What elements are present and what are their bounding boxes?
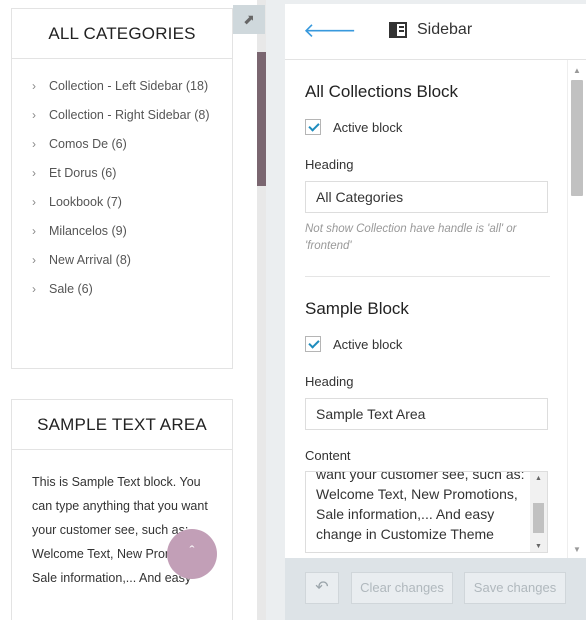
panel-scrollbar-thumb[interactable] (571, 80, 583, 196)
panel-footer: ↶ Clear changes Save changes (285, 558, 586, 620)
panel-header: 🡐 Sidebar (285, 4, 586, 60)
block-divider (305, 276, 550, 277)
chevron-right-icon: › (32, 108, 36, 122)
sample-widget-title: SAMPLE TEXT AREA (12, 400, 232, 450)
category-item[interactable]: › Sale (6) (32, 280, 216, 299)
clear-changes-button[interactable]: Clear changes (351, 572, 453, 604)
content-label: Content (305, 448, 351, 463)
panel-settings: All Collections Block Active block Headi… (285, 60, 567, 558)
undo-icon: ↶ (315, 579, 329, 596)
chevron-right-icon: › (32, 137, 36, 151)
heading-label: Heading (305, 157, 354, 172)
preview-scrollbar-thumb[interactable] (257, 52, 266, 186)
sample-content-textarea[interactable]: want your customer see, such as: Welcome… (305, 471, 548, 553)
scroll-down-arrow-icon[interactable]: ▼ (535, 543, 542, 550)
collections-active-toggle[interactable]: Active block (305, 119, 547, 135)
sample-heading-input[interactable]: Sample Text Area (305, 398, 548, 430)
category-item[interactable]: › Et Dorus (6) (32, 164, 216, 183)
chevron-right-icon: › (32, 195, 36, 209)
panel-title: Sidebar (389, 21, 472, 39)
category-item[interactable]: › Collection - Right Sidebar (8) (32, 106, 216, 125)
textarea-scrollbar[interactable]: ▲ ▼ (530, 472, 547, 552)
textarea-scroll-thumb[interactable] (533, 503, 544, 533)
expand-arrow-icon: ⬈ (243, 11, 255, 27)
heading-label: Heading (305, 374, 354, 389)
active-checkbox[interactable] (305, 119, 321, 135)
category-list: › Collection - Left Sidebar (18) › Collect… (12, 59, 232, 323)
scroll-to-top-button[interactable]: ˆ (167, 529, 217, 579)
active-label: Active block (333, 119, 403, 135)
category-item[interactable]: › Lookbook (7) (32, 193, 216, 212)
collections-heading-input[interactable]: All Categories (305, 181, 548, 213)
sample-text-widget: SAMPLE TEXT AREA This is Sample Text blo… (11, 399, 233, 620)
storefront-preview: ALL CATEGORIES › Collection - Left Sideba… (0, 0, 266, 620)
scroll-up-arrow-icon[interactable]: ▲ (535, 475, 542, 482)
panel-title-text: Sidebar (417, 21, 473, 38)
scroll-down-arrow-icon[interactable]: ▼ (573, 545, 581, 554)
sample-content-text: want your customer see, such as: Welcome… (316, 471, 525, 542)
sidebar-layout-icon (389, 22, 407, 38)
category-item[interactable]: › Comos De (6) (32, 135, 216, 154)
undo-button[interactable]: ↶ (305, 572, 339, 604)
active-label: Active block (333, 336, 403, 352)
active-checkbox[interactable] (305, 336, 321, 352)
panel-scrollbar[interactable]: ▲ ▼ (567, 60, 586, 558)
categories-widget: ALL CATEGORIES › Collection - Left Sideba… (11, 8, 233, 369)
customizer-panel: 🡐 Sidebar All Collections Block Active b… (285, 4, 586, 620)
collections-block-title: All Collections Block (305, 82, 459, 101)
save-changes-button[interactable]: Save changes (464, 572, 566, 604)
category-item[interactable]: › New Arrival (8) (32, 251, 216, 270)
chevron-right-icon: › (32, 282, 36, 296)
chevron-right-icon: › (32, 224, 36, 238)
categories-widget-title: ALL CATEGORIES (12, 9, 232, 59)
chevron-up-icon: ˆ (189, 543, 195, 560)
category-item[interactable]: › Milancelos (9) (32, 222, 216, 241)
sample-active-toggle[interactable]: Active block (305, 336, 547, 352)
sample-block-title: Sample Block (305, 299, 409, 318)
chevron-right-icon: › (32, 79, 36, 93)
chevron-right-icon: › (32, 166, 36, 180)
scroll-up-arrow-icon[interactable]: ▲ (573, 66, 581, 75)
category-item[interactable]: › Collection - Left Sidebar (18) (32, 77, 216, 96)
collections-hint: Not show Collection have handle is 'all'… (305, 223, 517, 252)
chevron-right-icon: › (32, 253, 36, 267)
preview-scrollbar[interactable] (257, 0, 266, 620)
expand-preview-button[interactable]: ⬈ (233, 5, 265, 34)
back-arrow-icon[interactable]: 🡐 (303, 18, 357, 43)
